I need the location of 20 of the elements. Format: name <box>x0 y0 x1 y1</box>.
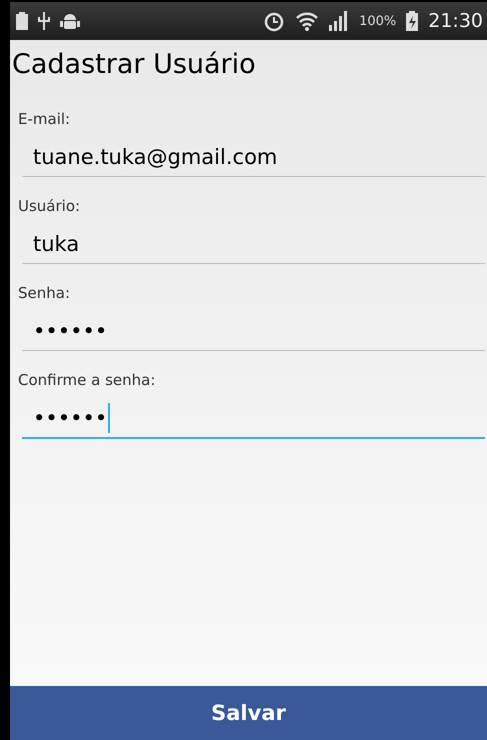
field-label: Usuário: <box>17 197 82 217</box>
input-field[interactable]: •••••• <box>22 399 485 439</box>
input-field[interactable]: tuka <box>22 225 485 264</box>
signal-icon <box>329 11 350 31</box>
input-field[interactable]: •••••• <box>22 312 485 351</box>
usb-icon <box>38 12 50 30</box>
screen-title: Cadastrar Usuário <box>11 48 257 82</box>
save-button[interactable]: Salvar <box>10 686 487 740</box>
field-label: Senha: <box>17 284 72 304</box>
clock-time: 21:30 <box>428 10 483 32</box>
text-cursor <box>108 403 110 433</box>
wifi-icon <box>295 11 320 31</box>
field-label: Confirme a senha: <box>17 371 156 391</box>
alarm-icon <box>263 10 286 32</box>
android-icon <box>60 12 80 30</box>
input-field[interactable]: tuane.tuka@gmail.com <box>22 138 485 177</box>
battery-icon <box>16 12 28 30</box>
battery-charging-icon <box>406 11 418 31</box>
field-label: E-mail: <box>17 110 72 130</box>
battery-percent: 100% <box>359 14 396 28</box>
